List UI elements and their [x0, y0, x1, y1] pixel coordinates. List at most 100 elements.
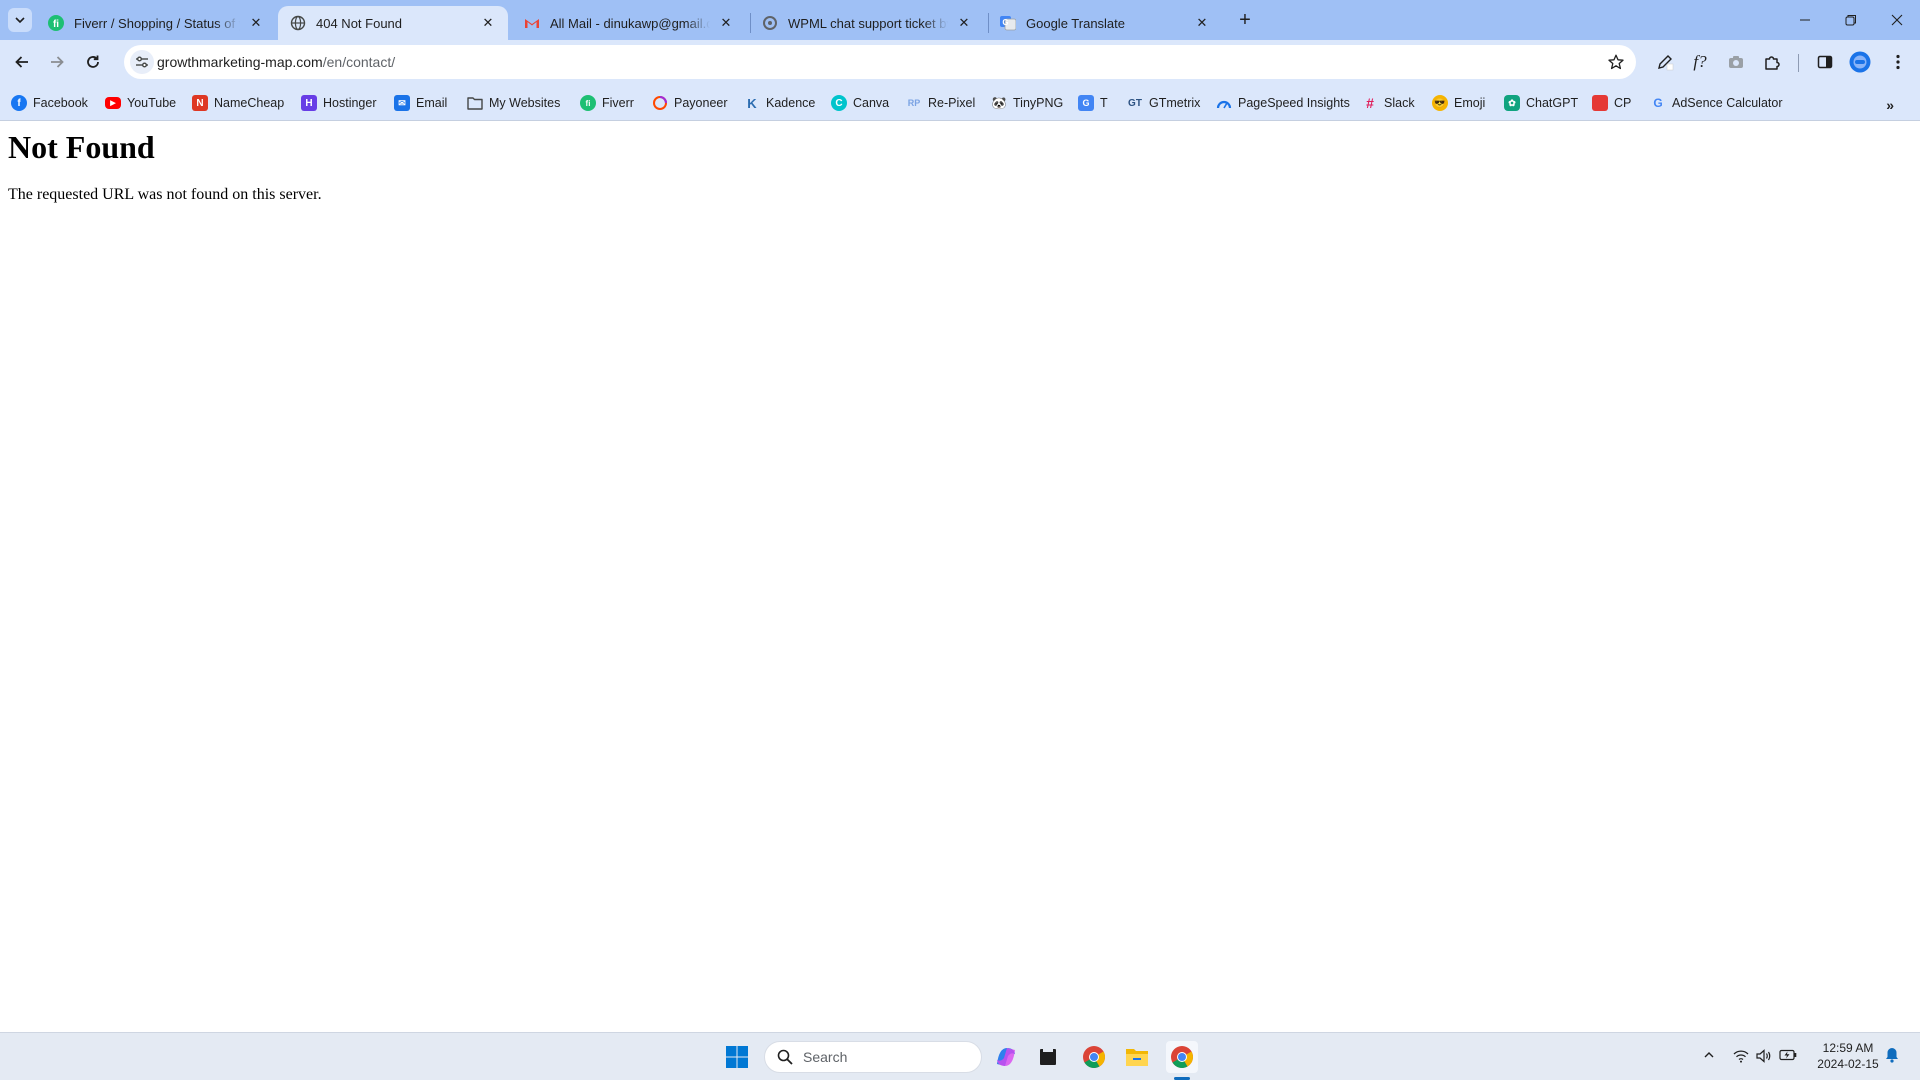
- extension-camera-button[interactable]: [1720, 46, 1752, 78]
- network-button[interactable]: [1733, 1049, 1749, 1063]
- tab-title: All Mail - dinukawp@gmail.com: [550, 15, 710, 31]
- more-bookmarks-button[interactable]: »: [1886, 97, 1894, 113]
- bookmark-slack[interactable]: # Slack: [1362, 91, 1414, 115]
- search-icon: [777, 1049, 793, 1065]
- close-icon[interactable]: ✕: [954, 13, 974, 33]
- taskbar-search-box[interactable]: Search: [764, 1041, 982, 1073]
- minimize-button[interactable]: [1782, 0, 1828, 40]
- notifications-button[interactable]: [1885, 1047, 1899, 1063]
- bookmark-folder-my-websites[interactable]: My Websites: [467, 91, 560, 115]
- forward-button[interactable]: [41, 46, 73, 78]
- close-icon[interactable]: ✕: [716, 13, 736, 33]
- close-icon[interactable]: ✕: [478, 13, 498, 33]
- plus-icon: +: [1239, 8, 1251, 31]
- battery-button[interactable]: [1779, 1049, 1797, 1061]
- system-clock[interactable]: 12:59 AM 2024-02-15: [1808, 1040, 1888, 1072]
- page-title: Not Found: [8, 129, 155, 165]
- hostinger-icon: H: [301, 95, 317, 111]
- bookmark-label: Emoji: [1454, 96, 1486, 110]
- bookmark-payoneer[interactable]: Payoneer: [652, 91, 728, 115]
- star-icon: [1608, 54, 1624, 70]
- windows-taskbar: Search 12:59 AM 2024-02-15: [0, 1032, 1920, 1080]
- bookmark-cp[interactable]: CP: [1592, 91, 1631, 115]
- close-icon[interactable]: ✕: [1192, 13, 1212, 33]
- battery-charging-icon: [1779, 1049, 1797, 1061]
- taskbar-chrome[interactable]: [1078, 1041, 1110, 1073]
- bookmark-label: T: [1100, 96, 1108, 110]
- start-button[interactable]: [721, 1041, 753, 1073]
- copilot-icon: [997, 1048, 1015, 1066]
- volume-button[interactable]: [1756, 1049, 1772, 1063]
- restore-icon: [1845, 15, 1856, 26]
- bookmarks-bar: f Facebook ▶ YouTube N NameCheap H Hosti…: [0, 85, 1920, 121]
- bookmark-gtmetrix[interactable]: GT GTmetrix: [1127, 91, 1200, 115]
- taskbar-file-explorer[interactable]: [1121, 1041, 1153, 1073]
- bookmark-chatgpt[interactable]: ✿ ChatGPT: [1504, 91, 1578, 115]
- bookmark-namecheap[interactable]: N NameCheap: [192, 91, 284, 115]
- bookmark-label: YouTube: [127, 96, 177, 110]
- tab-title: 404 Not Found: [316, 15, 403, 31]
- tab-gmail[interactable]: All Mail - dinukawp@gmail.com ✕: [512, 6, 746, 40]
- close-window-button[interactable]: [1874, 0, 1920, 40]
- windows-icon: [726, 1046, 748, 1068]
- bookmark-pagespeed[interactable]: PageSpeed Insights: [1216, 91, 1350, 115]
- bookmark-translate[interactable]: G T: [1078, 91, 1108, 115]
- reload-button[interactable]: [77, 46, 109, 78]
- bookmark-label: PageSpeed Insights: [1238, 96, 1350, 110]
- wifi-icon: [1733, 1050, 1749, 1063]
- reload-icon: [87, 55, 99, 68]
- back-button[interactable]: [6, 46, 38, 78]
- bookmark-fiverr[interactable]: fi Fiverr: [580, 91, 634, 115]
- bookmark-label: Hostinger: [323, 96, 377, 110]
- profile-button[interactable]: [1844, 46, 1876, 78]
- bookmark-kadence[interactable]: K Kadence: [744, 91, 815, 115]
- url-text[interactable]: growthmarketing-map.com/en/contact/: [157, 54, 395, 70]
- taskbar-app-dark[interactable]: [1032, 1041, 1064, 1073]
- taskbar-copilot[interactable]: [990, 1041, 1022, 1073]
- folder-icon: [1126, 1049, 1148, 1066]
- double-chevron-right-icon: »: [1886, 97, 1894, 113]
- bookmark-label: Fiverr: [602, 96, 634, 110]
- bookmark-adsense-calculator[interactable]: G AdSence Calculator: [1650, 91, 1782, 115]
- extension-font-button[interactable]: f?: [1684, 46, 1716, 78]
- tab-search-button[interactable]: [8, 8, 32, 32]
- tab-wpml[interactable]: WPML chat support ticket by Dinuka ✕: [750, 6, 984, 40]
- bookmark-star-button[interactable]: [1606, 52, 1626, 72]
- address-bar[interactable]: growthmarketing-map.com/en/contact/: [124, 45, 1636, 79]
- restore-button[interactable]: [1828, 0, 1874, 40]
- chrome-icon: [1171, 1046, 1193, 1068]
- pen-icon: [1658, 55, 1674, 71]
- bookmark-label: Facebook: [33, 96, 88, 110]
- tab-fiverr[interactable]: fi Fiverr / Shopping / Status of your or…: [36, 6, 276, 40]
- extensions-button[interactable]: [1756, 46, 1788, 78]
- bookmark-label: Payoneer: [674, 96, 728, 110]
- side-panel-button[interactable]: [1809, 46, 1841, 78]
- site-info-button[interactable]: [130, 50, 154, 74]
- taskbar-chrome-active[interactable]: [1166, 1041, 1198, 1073]
- bookmark-repixel[interactable]: RP Re-Pixel: [906, 91, 976, 115]
- payoneer-icon: [652, 95, 668, 111]
- chrome-menu-button[interactable]: [1882, 46, 1914, 78]
- url-path: /en/contact/: [322, 54, 396, 70]
- bookmark-email[interactable]: ✉ Email: [394, 91, 447, 115]
- clock-time: 12:59 AM: [1822, 1041, 1874, 1055]
- gtmetrix-icon: GT: [1128, 97, 1142, 109]
- fiverr-icon: fi: [48, 15, 64, 31]
- bookmark-emoji[interactable]: 😎 Emoji: [1432, 91, 1485, 115]
- new-tab-button[interactable]: +: [1233, 8, 1257, 32]
- emoji-icon: 😎: [1432, 95, 1448, 111]
- tab-google-translate[interactable]: G Google Translate ✕: [988, 6, 1222, 40]
- bookmark-canva[interactable]: C Canva: [831, 91, 889, 115]
- bookmark-youtube[interactable]: ▶ YouTube: [105, 91, 176, 115]
- tab-404-not-found[interactable]: 404 Not Found ✕: [278, 6, 508, 40]
- bookmark-label: My Websites: [489, 96, 561, 110]
- cp-icon: [1592, 95, 1608, 111]
- bookmark-tinypng[interactable]: 🐼 TinyPNG: [991, 91, 1064, 115]
- close-icon[interactable]: ✕: [246, 13, 266, 33]
- bookmark-hostinger[interactable]: H Hostinger: [301, 91, 377, 115]
- show-hidden-icons-button[interactable]: [1703, 1049, 1715, 1061]
- bookmark-facebook[interactable]: f Facebook: [11, 91, 88, 115]
- extension-pen-button[interactable]: [1649, 46, 1681, 78]
- wpml-icon: [762, 15, 778, 31]
- page-content: Not Found The requested URL was not foun…: [0, 121, 1920, 1032]
